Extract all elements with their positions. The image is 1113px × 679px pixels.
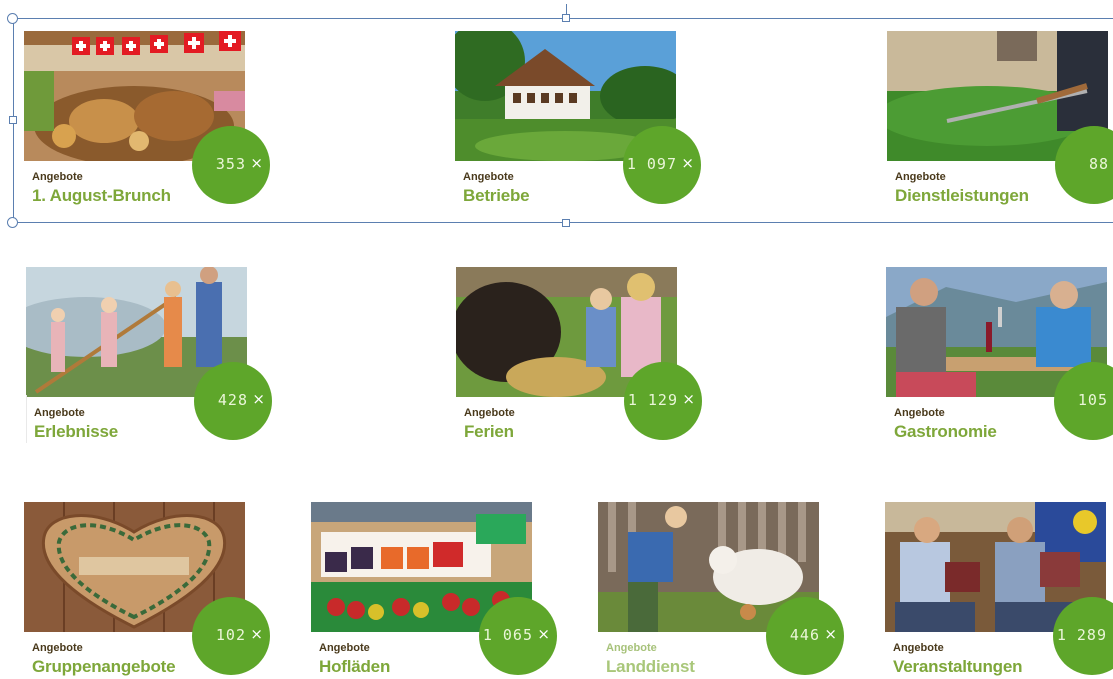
divider — [26, 395, 27, 443]
resize-handle-bottom-left[interactable] — [7, 217, 18, 228]
count-value: 102 — [215, 626, 246, 644]
count-value: 88 — [1088, 155, 1109, 173]
card-kicker: Angebote — [894, 407, 945, 419]
card-title[interactable]: Landdienst — [606, 657, 695, 677]
card-title[interactable]: Dienstleistungen — [895, 186, 1029, 206]
card-title[interactable]: 1. August-Brunch — [32, 186, 171, 206]
card-kicker: Angebote — [895, 171, 946, 183]
count-value: 1 129 — [627, 391, 678, 409]
card-kicker: Angebote — [32, 171, 83, 183]
close-icon[interactable]: × — [824, 625, 837, 643]
resize-handle-top[interactable] — [562, 14, 570, 22]
count-value: 105 — [1077, 391, 1108, 409]
card-title[interactable]: Gastronomie — [894, 422, 997, 442]
close-icon[interactable]: × — [681, 154, 694, 172]
count-value: 1 097 — [626, 155, 677, 173]
count-value: 446 — [789, 626, 820, 644]
count-value: 353 — [215, 155, 246, 173]
offers-canvas: Angebote 1. August-Brunch 353 × Angebote… — [0, 0, 1113, 679]
count-badge: 1 129 × — [624, 362, 702, 440]
close-icon[interactable]: × — [682, 390, 695, 408]
card-title[interactable]: Betriebe — [463, 186, 530, 206]
count-value: 1 289 — [1056, 626, 1107, 644]
count-badge: 446 × — [766, 597, 844, 675]
count-badge: 428 × — [194, 362, 272, 440]
card-title[interactable]: Veranstaltungen — [893, 657, 1022, 677]
resize-handle-top-left[interactable] — [7, 13, 18, 24]
count-badge: 1 065 × — [479, 597, 557, 675]
card-kicker: Angebote — [32, 642, 83, 654]
card-kicker: Angebote — [463, 171, 514, 183]
card-kicker: Angebote — [893, 642, 944, 654]
close-icon[interactable]: × — [252, 390, 265, 408]
card-kicker: Angebote — [606, 642, 657, 654]
resize-handle-left[interactable] — [9, 116, 17, 124]
card-title[interactable]: Erlebnisse — [34, 422, 118, 442]
close-icon[interactable]: × — [250, 154, 263, 172]
close-icon[interactable]: × — [250, 625, 263, 643]
count-badge: 102 × — [192, 597, 270, 675]
close-icon[interactable]: × — [537, 625, 550, 643]
count-badge: 1 097 × — [623, 126, 701, 204]
rotation-handle-line — [566, 4, 567, 14]
card-title[interactable]: Ferien — [464, 422, 514, 442]
resize-handle-bottom[interactable] — [562, 219, 570, 227]
card-kicker: Angebote — [34, 407, 85, 419]
count-value: 428 — [217, 391, 248, 409]
count-badge: 353 × — [192, 126, 270, 204]
card-kicker: Angebote — [319, 642, 370, 654]
card-title[interactable]: Gruppenangebote — [32, 657, 176, 677]
count-value: 1 065 — [482, 626, 533, 644]
card-title[interactable]: Hofläden — [319, 657, 390, 677]
card-kicker: Angebote — [464, 407, 515, 419]
